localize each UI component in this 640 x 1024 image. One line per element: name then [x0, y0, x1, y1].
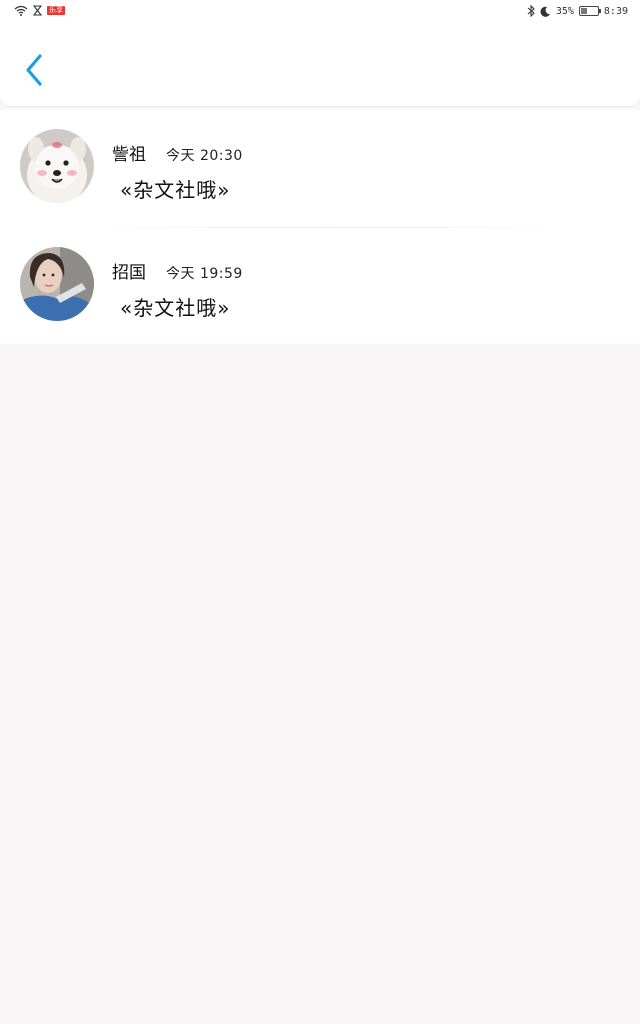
list-item[interactable]: 招国 今天 19:59 «杂文社哦»: [0, 228, 640, 346]
app-badge: 乐享: [47, 6, 65, 15]
battery-percent: 35%: [555, 5, 574, 17]
username[interactable]: 招国: [112, 258, 146, 283]
message-content: «杂文社哦»: [120, 178, 231, 202]
message-meta: 招国 今天 19:59: [112, 258, 243, 283]
message-meta: 訾祖 今天 20:30: [112, 140, 243, 165]
moon-icon: [540, 6, 550, 17]
message-list: 訾祖 今天 20:30 «杂文社哦» 招国 今天 19:59 «杂文社哦»: [0, 110, 640, 344]
status-bar: 乐享 35% 8:39: [0, 0, 640, 24]
top-nav: [0, 24, 640, 106]
girl-portrait-avatar: [20, 247, 94, 321]
wifi-icon: [14, 5, 28, 16]
chevron-left-icon: [26, 54, 42, 86]
avatar[interactable]: [20, 247, 94, 321]
clock: 8:39: [603, 5, 628, 17]
avatar[interactable]: [20, 129, 94, 203]
battery-icon: [578, 6, 601, 16]
username[interactable]: 訾祖: [112, 140, 146, 165]
samoyed-dog-avatar: [20, 129, 94, 203]
back-button[interactable]: [20, 52, 48, 88]
hourglass-icon: [33, 5, 42, 16]
bluetooth-icon: [527, 5, 535, 17]
status-left: 乐享: [14, 5, 65, 16]
message-content: «杂文社哦»: [120, 296, 231, 320]
battery-level: [580, 8, 587, 14]
timestamp: 今天 20:30: [166, 148, 243, 164]
timestamp: 今天 19:59: [166, 266, 243, 282]
status-right: 35% 8:39: [527, 5, 628, 17]
list-item[interactable]: 訾祖 今天 20:30 «杂文社哦»: [0, 110, 640, 228]
